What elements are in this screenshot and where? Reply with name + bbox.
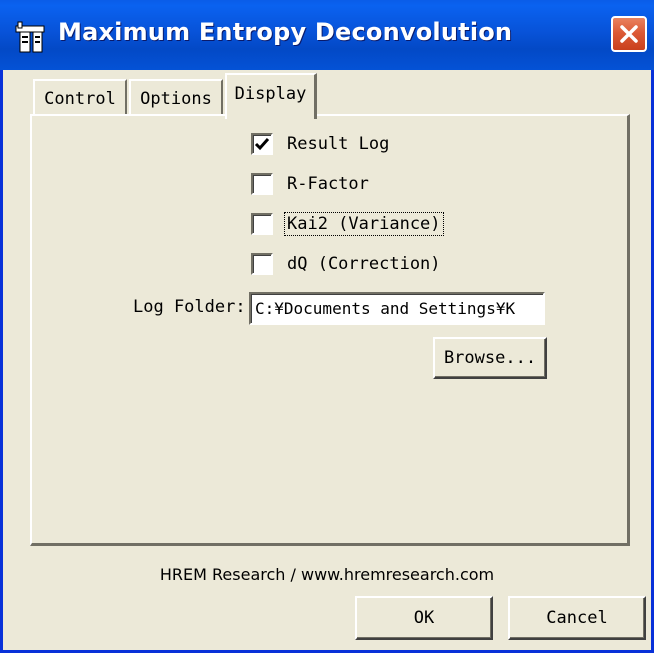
cancel-button[interactable]: Cancel <box>508 596 646 640</box>
tab-options[interactable]: Options <box>129 79 223 115</box>
window-title: Maximum Entropy Deconvolution <box>58 18 513 46</box>
close-button[interactable] <box>611 16 647 52</box>
dialog-window: Maximum Entropy Deconvolution Control Op… <box>0 0 654 653</box>
tab-panel-display <box>30 114 630 546</box>
tab-display[interactable]: Display <box>225 73 317 119</box>
app-icon[interactable] <box>13 20 47 54</box>
title-bar[interactable]: Maximum Entropy Deconvolution <box>0 0 654 70</box>
tab-control[interactable]: Control <box>33 79 127 115</box>
credit-text: HREM Research / www.hremresearch.com <box>159 565 495 584</box>
ok-button[interactable]: OK <box>355 596 493 640</box>
